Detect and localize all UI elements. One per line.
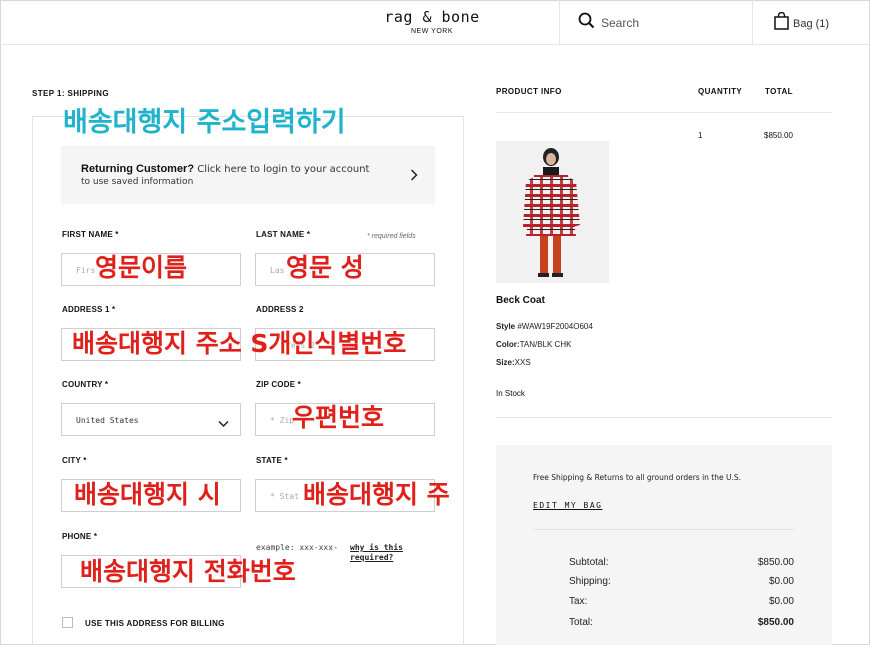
annotation-first-name: 영문이름 [95,253,188,282]
why-required-link[interactable]: why is this required? [350,543,410,563]
annotation-last-name: 영문 성 [286,253,364,282]
phone-example: example: xxx-xxx- [256,543,338,552]
country-label: COUNTRY * [62,380,109,389]
zip-code-placeholder: * Zip [270,416,295,425]
returning-line1: Returning Customer? Click here to login … [81,163,369,175]
size-label: Size: [496,358,515,367]
country-select[interactable]: United States [61,403,241,436]
phone-label: PHONE * [62,532,98,541]
divider [496,112,832,113]
summary-label: Subtotal: [569,557,609,568]
annotation-city: 배송대행지 시 [74,480,221,509]
zip-code-label: ZIP CODE * [256,380,301,389]
summary-label: Tax: [569,596,588,607]
summary-label: Shipping: [569,576,611,587]
summary-value: $0.00 [768,596,794,607]
step-title: STEP 1: SHIPPING [32,89,109,98]
city-label: CITY * [62,456,87,465]
shopping-bag-icon [774,11,789,35]
state-placeholder: * Stat [270,492,299,501]
shipping-row: Shipping: $0.00 [569,576,794,587]
divider [533,529,795,530]
header-divider [559,0,560,44]
column-total: TOTAL [765,87,793,96]
search-icon [578,12,595,34]
brand-subtitle: NEW YORK [411,28,453,35]
product-size: Size:XXS [496,358,531,367]
annotation-title: 배송대행지 주소입력하기 [63,107,346,138]
size-value: XXS [514,358,531,367]
subtotal-row: Subtotal: $850.00 [569,557,794,568]
edit-bag-link[interactable]: EDIT MY BAG [533,501,602,510]
summary-value: $0.00 [768,576,794,587]
style-label: Style [496,322,516,331]
summary-label: Total: [569,617,593,628]
item-total: $850.00 [764,131,793,140]
site-header: rag & bone NEW YORK Search Bag (1) [0,0,870,45]
style-value: #WAW19F2004O604 [517,322,593,331]
divider [496,417,832,418]
chevron-down-icon [218,415,229,433]
returning-customer-login[interactable]: Returning Customer? Click here to login … [61,146,435,204]
shipping-note: Free Shipping & Returns to all ground or… [533,473,742,482]
item-quantity: 1 [698,131,703,140]
returning-line2: to use saved information [81,177,194,187]
last-name-placeholder: Las [270,266,285,275]
last-name-label: LAST NAME * [256,230,311,239]
annotation-address: 배송대행지 주소 S개인식별번호 [72,329,407,358]
column-quantity: QUANTITY [698,87,743,96]
summary-value: $850.00 [757,617,794,628]
product-style: Style #WAW19F2004O604 [496,322,593,331]
returning-text: Click here to login to your account [197,164,370,175]
product-image[interactable] [496,141,609,283]
annotation-zip: 우편번호 [292,403,385,432]
billing-label: USE THIS ADDRESS FOR BILLING [85,619,225,628]
summary-value: $850.00 [757,557,794,568]
brand-logo[interactable]: rag & bone NEW YORK [376,8,488,35]
address2-label: ADDRESS 2 [256,305,304,314]
search-label: Search [601,16,640,30]
product-color: Color:TAN/BLK CHK [496,340,571,349]
country-value: United States [76,416,139,425]
order-summary: Free Shipping & Returns to all ground or… [496,445,832,645]
annotation-phone: 배송대행지 전화번호 [80,557,296,586]
returning-title: Returning Customer? [81,163,195,175]
bag-button[interactable]: Bag (1) [774,11,830,35]
state-label: STATE * [256,456,288,465]
product-name[interactable]: Beck Coat [496,295,545,306]
address1-label: ADDRESS 1 * [62,305,116,314]
brand-name: rag & bone [384,8,480,26]
first-name-placeholder: Firs [76,266,96,275]
required-fields-note: * required fields [367,233,416,240]
billing-checkbox[interactable] [62,617,73,628]
stock-status: In Stock [496,389,525,398]
color-value: TAN/BLK CHK [519,340,572,349]
header-divider [752,0,753,44]
column-product-info: PRODUCT INFO [496,87,562,96]
tax-row: Tax: $0.00 [569,596,794,607]
bag-label: Bag (1) [793,17,830,30]
color-label: Color: [496,340,520,349]
annotation-state: 배송대행지 주 [303,480,450,509]
chevron-right-icon [410,168,418,186]
search-button[interactable]: Search [578,12,639,34]
total-row: Total: $850.00 [569,617,794,628]
first-name-label: FIRST NAME * [62,230,119,239]
